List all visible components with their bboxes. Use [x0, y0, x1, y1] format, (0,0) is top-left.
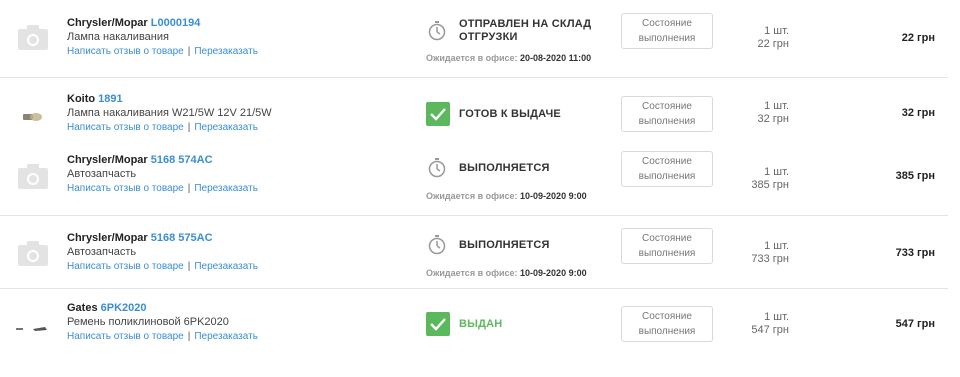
product-code-link[interactable]: 5168 575AC	[151, 232, 213, 244]
unit-price: 547 грн	[751, 324, 789, 336]
stopwatch-icon	[428, 21, 446, 46]
reorder-link[interactable]: Перезаказать	[194, 261, 258, 272]
quantity-price: 1 шт. 32 грн	[720, 100, 790, 126]
status-text: ОТПРАВЛЕН НА СКЛАД ОТГРУЗКИ	[459, 18, 592, 43]
camera-placeholder-icon	[16, 238, 50, 268]
line-total: 22 грн	[901, 32, 935, 44]
product-brand: Chrysler/Mopar L0000194	[67, 17, 201, 29]
product-code-link[interactable]: 6PK2020	[101, 302, 147, 314]
write-review-link[interactable]: Написать отзыв о товаре	[67, 122, 184, 133]
order-state-button[interactable]: Состояние выполнения	[621, 151, 713, 187]
write-review-link[interactable]: Написать отзыв о товаре	[67, 46, 184, 57]
order-state-button[interactable]: Состояние выполнения	[621, 306, 713, 342]
write-review-link[interactable]: Написать отзыв о товаре	[67, 261, 184, 272]
quantity-price: 1 шт. 733 грн	[720, 240, 789, 266]
unit-price: 32 грн	[757, 113, 790, 125]
product-description: Лампа накаливания	[67, 31, 169, 43]
product-brand: Chrysler/Mopar 5168 575AC	[67, 232, 213, 244]
camera-placeholder-icon	[16, 22, 50, 52]
product-description: Автозапчасть	[67, 168, 137, 180]
expected-delivery: Ожидается в офисе: 10-09-2020 9:00	[426, 268, 587, 278]
write-review-link[interactable]: Написать отзыв о товаре	[67, 183, 184, 194]
product-code-link[interactable]: 1891	[98, 93, 122, 105]
order-state-button[interactable]: Состояние выполнения	[621, 228, 713, 264]
row-divider	[0, 215, 948, 216]
reorder-link[interactable]: Перезаказать	[194, 122, 258, 133]
quantity-price: 1 шт. 22 грн	[720, 25, 790, 51]
link-divider: |	[187, 183, 191, 194]
quantity: 1 шт.	[764, 100, 789, 112]
status-text: ВЫДАН	[459, 318, 503, 330]
stopwatch-icon	[428, 158, 446, 183]
product-code-link[interactable]: 5168 574AC	[151, 154, 213, 166]
quantity-price: 1 шт. 547 грн	[720, 311, 789, 337]
green-check-icon	[426, 312, 450, 341]
link-divider: |	[187, 46, 191, 57]
quantity: 1 шт.	[764, 311, 789, 323]
product-brand: Koito 1891	[67, 93, 123, 105]
status-text: ГОТОВ К ВЫДАЧЕ	[459, 108, 561, 120]
product-brand: Chrysler/Mopar 5168 574AC	[67, 154, 213, 166]
line-total: 733 грн	[895, 247, 935, 259]
product-description: Ремень поликлиновой 6PK2020	[67, 316, 229, 328]
product-description: Лампа накаливания W21/5W 12V 21/5W	[67, 107, 272, 119]
product-brand: Gates 6PK2020	[67, 302, 147, 314]
product-code-link[interactable]: L0000194	[151, 17, 201, 29]
line-total: 32 грн	[901, 107, 935, 119]
unit-price: 22 грн	[757, 38, 790, 50]
expected-delivery: Ожидается в офисе: 20-08-2020 11:00	[426, 53, 592, 63]
belt-photo	[16, 320, 48, 338]
reorder-link[interactable]: Перезаказать	[194, 331, 258, 342]
quantity: 1 шт.	[764, 166, 789, 178]
write-review-link[interactable]: Написать отзыв о товаре	[67, 331, 184, 342]
row-divider	[0, 288, 948, 289]
green-check-icon	[426, 102, 450, 131]
quantity-price: 1 шт. 385 грн	[720, 166, 789, 192]
order-state-button[interactable]: Состояние выполнения	[621, 13, 713, 49]
reorder-link[interactable]: Перезаказать	[194, 183, 258, 194]
expected-delivery: Ожидается в офисе: 10-09-2020 9:00	[426, 191, 587, 201]
row-divider	[0, 77, 948, 78]
stopwatch-icon	[428, 235, 446, 260]
link-divider: |	[187, 331, 191, 342]
order-state-button[interactable]: Состояние выполнения	[621, 96, 713, 132]
quantity: 1 шт.	[764, 240, 789, 252]
bulb-photo	[20, 110, 44, 128]
link-divider: |	[187, 122, 191, 133]
unit-price: 385 грн	[751, 179, 789, 191]
line-total: 385 грн	[895, 170, 935, 182]
camera-placeholder-icon	[16, 161, 50, 191]
line-total: 547 грн	[895, 318, 935, 330]
unit-price: 733 грн	[751, 253, 789, 265]
quantity: 1 шт.	[764, 25, 789, 37]
product-description: Автозапчасть	[67, 246, 137, 258]
status-text: ВЫПОЛНЯЕТСЯ	[459, 239, 550, 251]
reorder-link[interactable]: Перезаказать	[194, 46, 258, 57]
link-divider: |	[187, 261, 191, 272]
status-text: ВЫПОЛНЯЕТСЯ	[459, 162, 550, 174]
